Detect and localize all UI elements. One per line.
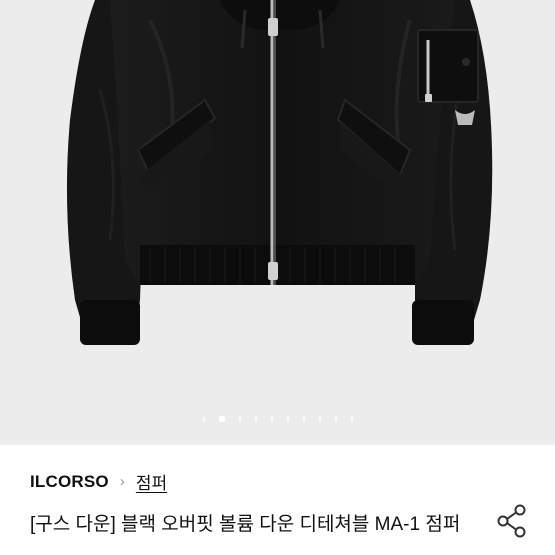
product-info: ILCORSO › 점퍼 [구스 다운] 블랙 오버핏 볼륨 다운 디테쳐블 M… [0,445,555,555]
gallery-dot[interactable] [302,416,305,422]
gallery-dot[interactable] [254,416,257,422]
product-title: [구스 다운] 블랙 오버핏 볼륨 다운 디테쳐블 MA-1 점퍼 [30,514,461,535]
gallery-dot[interactable] [202,416,205,422]
product-image-gallery[interactable] [0,0,555,445]
gallery-dot[interactable] [286,416,289,422]
gallery-dot[interactable] [270,416,273,422]
breadcrumb: ILCORSO › 점퍼 [30,469,167,494]
gallery-dot[interactable] [334,416,337,422]
gallery-pagination[interactable] [0,414,555,424]
share-icon[interactable] [496,503,528,539]
brand-link[interactable]: ILCORSO [30,472,109,492]
gallery-dot[interactable] [238,416,241,422]
category-link[interactable]: 점퍼 [136,469,167,494]
gallery-dot[interactable] [350,416,353,422]
product-image [0,0,555,445]
gallery-dot[interactable] [218,416,225,422]
chevron-right-icon: › [119,473,125,490]
gallery-dot[interactable] [318,416,321,422]
